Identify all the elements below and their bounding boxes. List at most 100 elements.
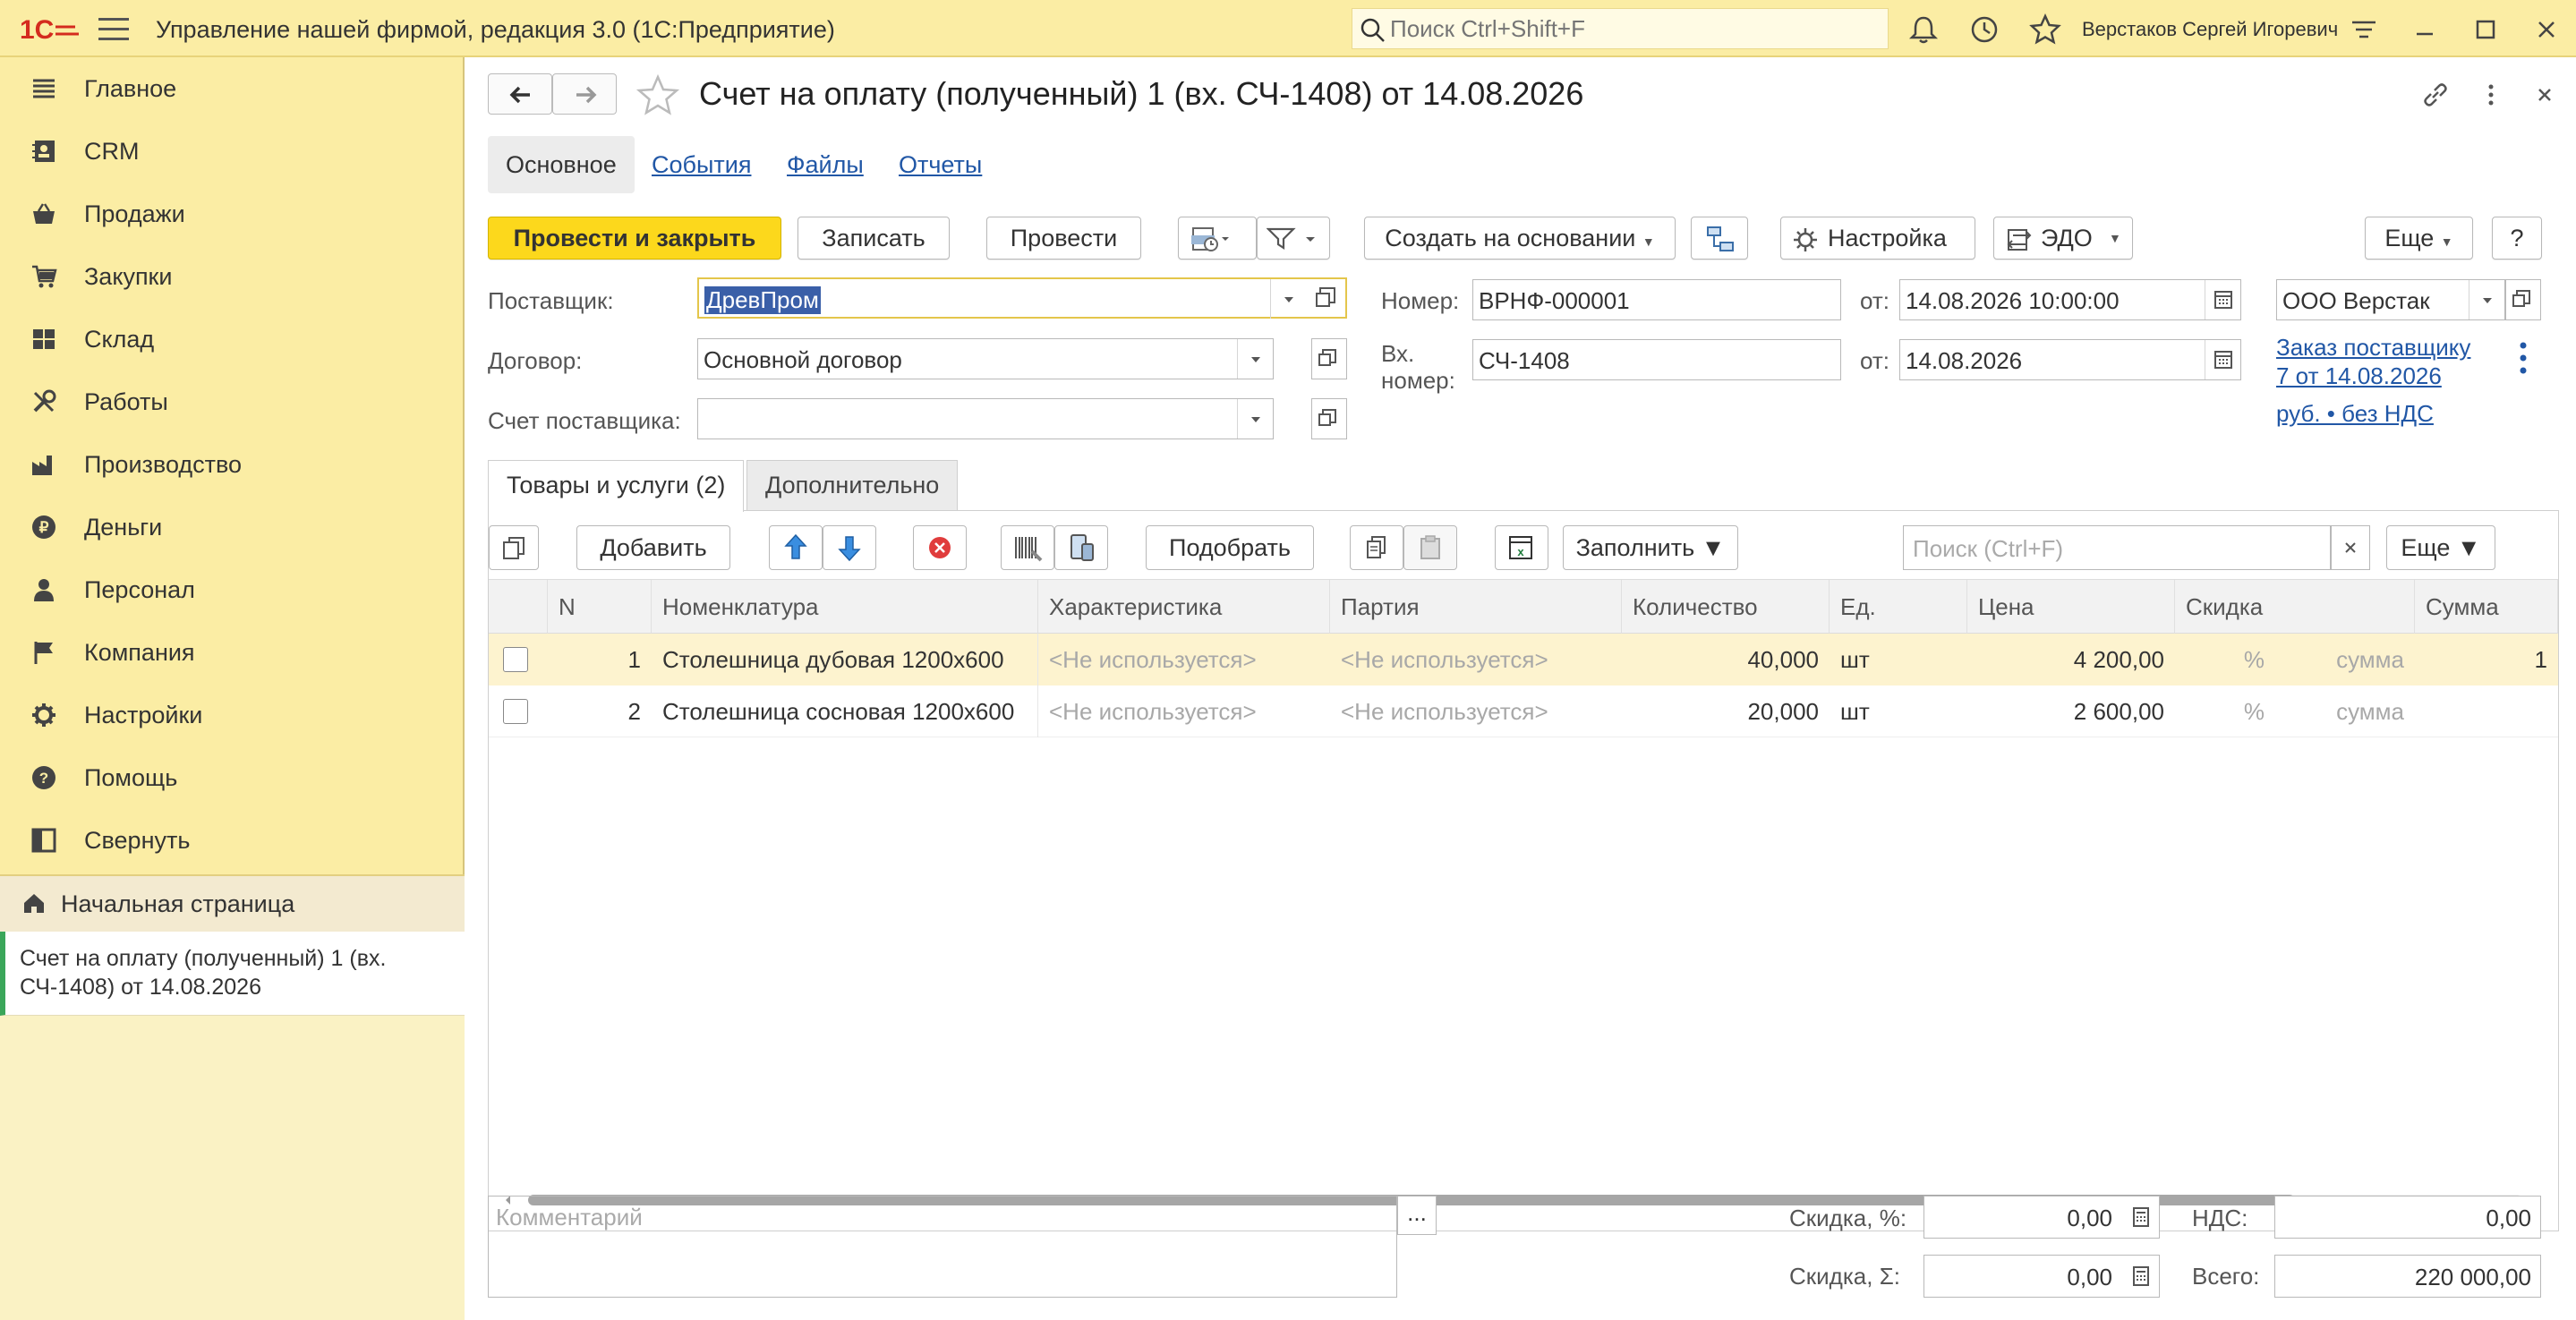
add-row-button[interactable]: Добавить [576, 525, 730, 570]
table-more-button[interactable]: Еще ▼ [2386, 525, 2495, 570]
column-header-unit[interactable]: Ед. [1830, 580, 1967, 634]
clear-search-button[interactable] [2331, 525, 2370, 570]
close-window-icon[interactable] [2529, 13, 2563, 47]
row-discount-percent[interactable]: % [2175, 634, 2275, 686]
save-button[interactable]: Записать [798, 217, 950, 260]
more-vertical-icon[interactable] [2514, 340, 2532, 376]
pick-items-button[interactable]: Подобрать [1146, 525, 1314, 570]
in-number-field[interactable]: СЧ-1408 [1472, 339, 1841, 380]
forward-button[interactable] [552, 73, 617, 115]
sidebar-item-warehouse[interactable]: Склад [0, 308, 465, 370]
barcode-button[interactable] [1001, 525, 1054, 570]
minimize-icon[interactable] [2408, 13, 2442, 47]
calendar-button[interactable] [2205, 340, 2240, 379]
row-price[interactable]: 2 600,00 [1967, 686, 2175, 737]
open-contract-button[interactable] [1311, 338, 1347, 379]
tab-events[interactable]: События [652, 136, 751, 193]
column-header-check[interactable] [489, 580, 548, 634]
row-item[interactable]: Столешница дубовая 1200х600 [652, 634, 1038, 686]
tab-goods-services[interactable]: Товары и услуги (2) [488, 460, 745, 512]
column-header-characteristic[interactable]: Характеристика [1038, 580, 1330, 634]
fill-button[interactable]: Заполнить ▼ [1563, 525, 1738, 570]
dropdown-icon[interactable] [2469, 280, 2504, 319]
column-header-sum[interactable]: Сумма [2415, 580, 2558, 634]
organization-field[interactable]: ООО Верстак [2276, 279, 2505, 320]
main-menu-icon[interactable] [98, 18, 129, 41]
tab-additional[interactable]: Дополнительно [746, 460, 959, 510]
row-checkbox[interactable] [503, 647, 528, 672]
row-checkbox[interactable] [503, 699, 528, 724]
calculator-icon[interactable] [2123, 1256, 2159, 1297]
settings-lines-icon[interactable] [2347, 13, 2381, 47]
create-based-on-button[interactable]: Создать на основании ▼ [1364, 217, 1676, 260]
sidebar-item-works[interactable]: Работы [0, 370, 465, 433]
open-supplier-account-button[interactable] [1311, 398, 1347, 439]
sidebar-item-collapse[interactable]: Свернуть [0, 809, 465, 872]
sidebar-item-settings[interactable]: Настройки [0, 684, 465, 746]
move-down-button[interactable] [823, 525, 876, 570]
currency-vat-link[interactable]: руб. • без НДС [2276, 399, 2434, 428]
supplier-order-link[interactable]: Заказ поставщику 7 от 14.08.2026 [2276, 333, 2470, 390]
row-unit[interactable]: шт [1830, 686, 1967, 737]
link-icon[interactable] [2419, 79, 2452, 111]
row-discount-sum[interactable]: сумма [2275, 686, 2415, 737]
sidebar-item-sales[interactable]: Продажи [0, 183, 465, 245]
maximize-icon[interactable] [2469, 13, 2503, 47]
dropdown-icon[interactable] [1270, 279, 1306, 319]
number-field[interactable]: ВРНФ-000001 [1472, 279, 1841, 320]
history-icon[interactable] [1967, 13, 2001, 47]
contract-field[interactable]: Основной договор [697, 338, 1274, 379]
row-sum[interactable] [2415, 686, 2558, 737]
open-organization-button[interactable] [2505, 279, 2541, 320]
edo-button[interactable]: ЭДО ▼ [1993, 217, 2133, 260]
current-user[interactable]: Верстаков Сергей Игоревич [2082, 18, 2338, 41]
sidebar-item-production[interactable]: Производство [0, 433, 465, 496]
row-discount-percent[interactable]: % [2175, 686, 2275, 737]
back-button[interactable] [488, 73, 552, 115]
data-collection-terminal-button[interactable] [1054, 525, 1108, 570]
column-header-quantity[interactable]: Количество [1622, 580, 1830, 634]
sidebar-item-help[interactable]: ? Помощь [0, 746, 465, 809]
row-discount-sum[interactable]: сумма [2275, 634, 2415, 686]
row-quantity[interactable]: 40,000 [1622, 634, 1830, 686]
sidebar-item-purchases[interactable]: Закупки [0, 245, 465, 308]
row-item[interactable]: Столешница сосновая 1200х600 [652, 686, 1038, 737]
open-document-tab[interactable]: Счет на оплату (полученный) 1 (вх. СЧ-14… [0, 932, 465, 1016]
table-row[interactable]: 2 Столешница сосновая 1200х600 <Не испол… [489, 686, 2558, 737]
sidebar-item-crm[interactable]: CRM [0, 120, 465, 183]
in-date-field[interactable]: 14.08.2026 [1899, 339, 2241, 380]
sidebar-item-money[interactable]: ₽ Деньги [0, 496, 465, 558]
table-search-field[interactable]: Поиск (Ctrl+F) [1903, 525, 2331, 570]
structure-button[interactable] [1691, 217, 1748, 260]
global-search[interactable] [1352, 8, 1889, 49]
paste-from-clipboard-button[interactable] [1403, 525, 1457, 570]
sidebar-item-main[interactable]: Главное [0, 57, 465, 120]
date-field[interactable]: 14.08.2026 10:00:00 [1899, 279, 2241, 320]
row-characteristic[interactable]: <Не используется> [1038, 686, 1330, 737]
copy-rows-button[interactable] [489, 525, 539, 570]
row-price[interactable]: 4 200,00 [1967, 634, 2175, 686]
more-actions-button[interactable]: Еще ▼ [2365, 217, 2473, 260]
row-sum[interactable]: 1 [2415, 634, 2558, 686]
global-search-input[interactable] [1390, 15, 1873, 42]
discount-sum-field[interactable]: 0,00 [1923, 1255, 2160, 1298]
comment-expand-button[interactable]: ... [1397, 1196, 1437, 1235]
excel-import-button[interactable]: x [1495, 525, 1548, 570]
tab-main[interactable]: Основное [488, 136, 635, 193]
column-header-n[interactable]: N [548, 580, 652, 634]
copy-to-clipboard-button[interactable] [1350, 525, 1403, 570]
post-button[interactable]: Провести [986, 217, 1141, 260]
row-unit[interactable]: шт [1830, 634, 1967, 686]
1c-logo-icon[interactable]: 1С [20, 14, 82, 43]
row-batch[interactable]: <Не используется> [1330, 686, 1622, 737]
comment-field[interactable]: Комментарий [488, 1196, 1397, 1298]
row-characteristic[interactable]: <Не используется> [1038, 634, 1330, 686]
discount-percent-field[interactable]: 0,00 [1923, 1196, 2160, 1239]
help-button[interactable]: ? [2492, 217, 2542, 260]
column-header-price[interactable]: Цена [1967, 580, 2175, 634]
column-header-item[interactable]: Номенклатура [652, 580, 1038, 634]
close-form-icon[interactable] [2529, 79, 2561, 111]
open-supplier-icon[interactable] [1313, 285, 1340, 311]
dropdown-icon[interactable] [1237, 399, 1273, 439]
move-up-button[interactable] [769, 525, 823, 570]
